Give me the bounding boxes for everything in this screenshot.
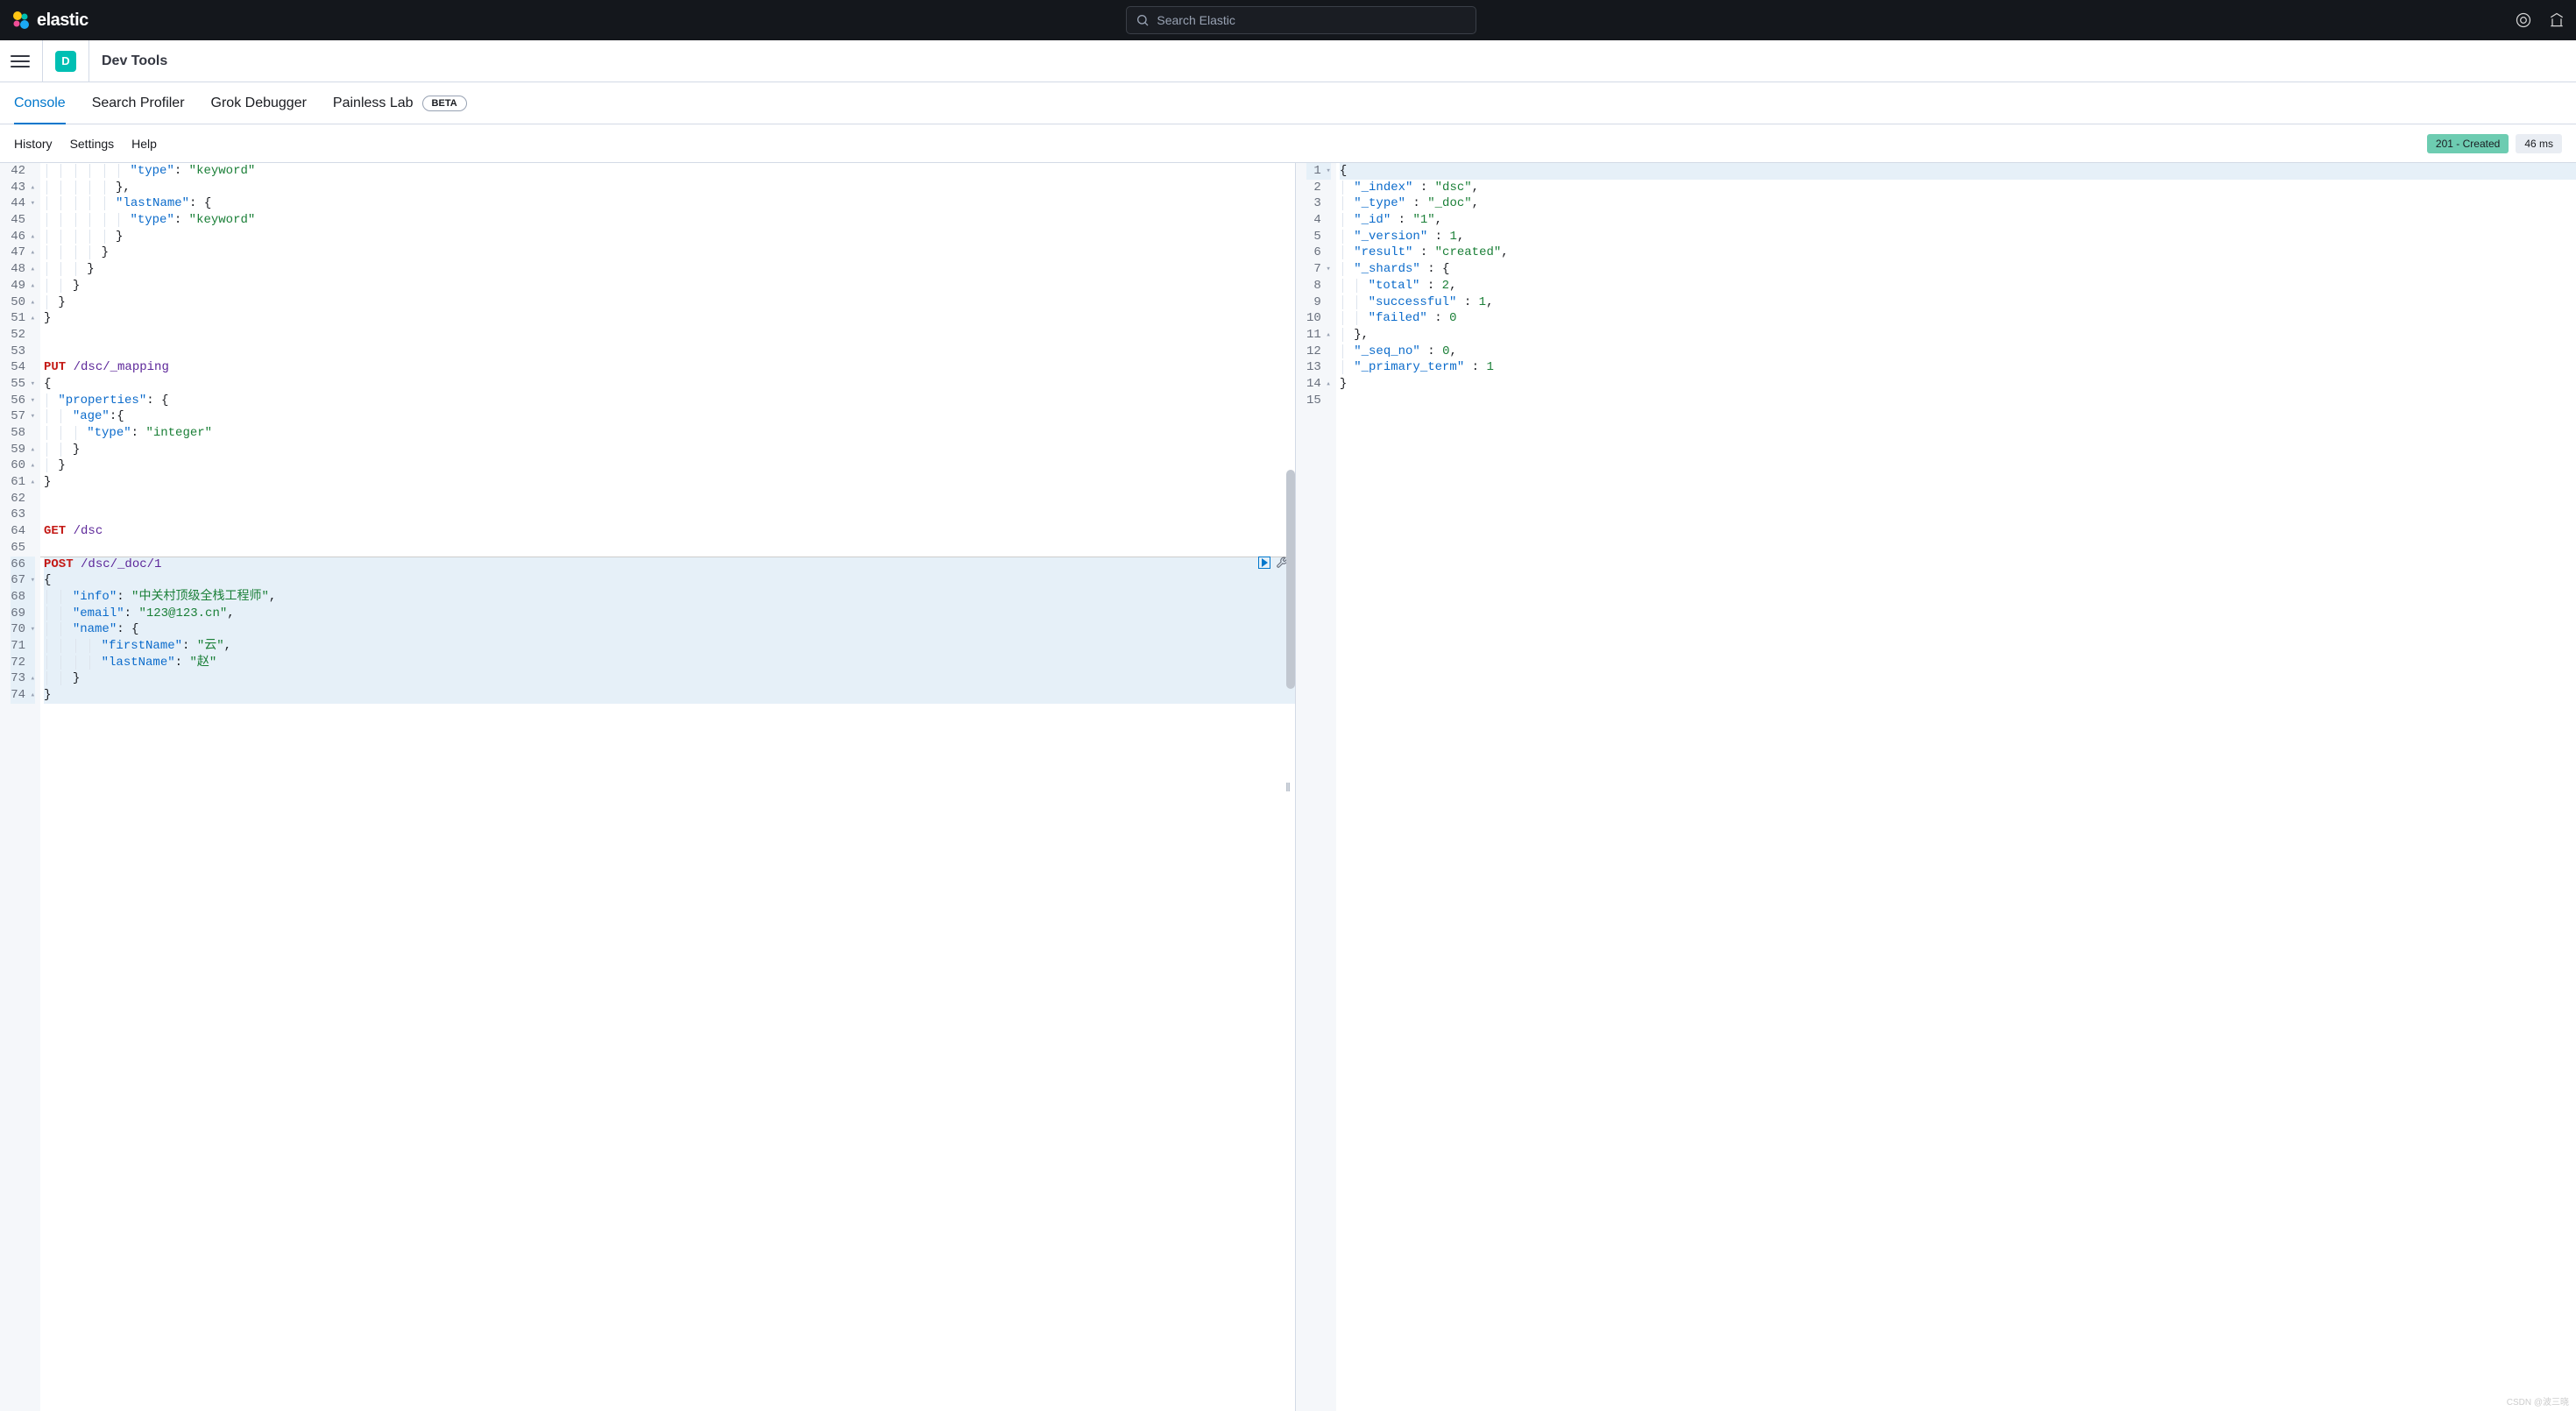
code-line[interactable]: } [44, 310, 1295, 327]
logo-section: elastic [11, 10, 88, 31]
code-line[interactable]: } [44, 442, 1295, 458]
code-line[interactable]: { [44, 376, 1295, 393]
tab-console[interactable]: Console [14, 82, 66, 124]
code-line[interactable]: "type": "keyword" [44, 212, 1295, 229]
code-line[interactable]: "firstName": "云", [44, 638, 1295, 655]
code-line[interactable] [44, 540, 1295, 557]
code-line[interactable]: GET /dsc [44, 523, 1295, 540]
code-line[interactable]: } [44, 245, 1295, 261]
code-line[interactable]: { [1340, 163, 2576, 180]
toolbar-right: 201 - Created 46 ms [2427, 134, 2562, 153]
editor-container: 42 43▴44▾45 46▴47▴48▴49▴50▴51▴52 53 54 5… [0, 163, 2576, 1411]
code-line[interactable] [44, 344, 1295, 360]
code-line[interactable]: }, [1340, 327, 2576, 344]
scrollbar[interactable] [1286, 470, 1295, 689]
tab-label: Painless Lab [333, 96, 414, 111]
search-box[interactable] [1126, 6, 1476, 34]
watermark: CSDN @波三晓 [2507, 1394, 2569, 1407]
code-line[interactable]: "lastName": { [44, 195, 1295, 212]
tabs-bar: Console Search Profiler Grok Debugger Pa… [0, 82, 2576, 124]
divider [42, 40, 43, 82]
code-line[interactable]: } [44, 294, 1295, 311]
tab-painless-lab[interactable]: Painless Lab BETA [333, 82, 467, 124]
code-line[interactable] [44, 327, 1295, 344]
code-line[interactable]: } [44, 261, 1295, 278]
time-badge: 46 ms [2516, 134, 2562, 153]
newsfeed-icon[interactable] [2548, 11, 2565, 29]
code-line[interactable]: "_id" : "1", [1340, 212, 2576, 229]
request-gutter: 42 43▴44▾45 46▴47▴48▴49▴50▴51▴52 53 54 5… [0, 163, 40, 1411]
divider [88, 40, 89, 82]
code-line[interactable]: "_seq_no" : 0, [1340, 344, 2576, 360]
search-icon [1136, 13, 1150, 27]
code-line[interactable]: } [44, 687, 1295, 704]
console-toolbar: History Settings Help 201 - Created 46 m… [0, 124, 2576, 163]
settings-button[interactable]: Settings [70, 137, 115, 151]
code-line[interactable]: "email": "123@123.cn", [44, 606, 1295, 622]
tab-grok-debugger[interactable]: Grok Debugger [211, 82, 307, 124]
code-line[interactable]: } [44, 670, 1295, 687]
request-code[interactable]: "type": "keyword" }, "lastName": { "type… [40, 163, 1295, 1411]
response-pane[interactable]: 1▾2 3 4 5 6 7▾8 9 10 11▴12 13 14▴15 { "_… [1296, 163, 2576, 1411]
code-line[interactable] [44, 491, 1295, 507]
search-container [88, 6, 2515, 34]
status-badge: 201 - Created [2427, 134, 2509, 153]
code-line[interactable]: "age":{ [44, 408, 1295, 425]
code-line[interactable]: } [1340, 376, 2576, 393]
breadcrumb-bar: D Dev Tools [0, 40, 2576, 82]
code-line[interactable]: "_type" : "_doc", [1340, 195, 2576, 212]
space-selector[interactable]: D [55, 51, 76, 72]
code-line[interactable] [1340, 393, 2576, 409]
code-line[interactable]: "info": "中关村顶级全栈工程师", [44, 589, 1295, 606]
toolbar-left: History Settings Help [14, 137, 157, 151]
code-line[interactable]: "result" : "created", [1340, 245, 2576, 261]
code-line[interactable]: "total" : 2, [1340, 278, 2576, 294]
code-line[interactable]: "_index" : "dsc", [1340, 180, 2576, 196]
code-line[interactable]: POST /dsc/_doc/1 [44, 557, 1295, 573]
top-right-icons [2515, 11, 2565, 29]
code-line[interactable]: "failed" : 0 [1340, 310, 2576, 327]
run-button[interactable] [1258, 557, 1270, 569]
code-line[interactable]: "lastName": "赵" [44, 655, 1295, 671]
elastic-logo-icon [11, 10, 32, 31]
code-line[interactable]: "properties": { [44, 393, 1295, 409]
help-icon[interactable] [2515, 11, 2532, 29]
code-line[interactable]: "name": { [44, 621, 1295, 638]
history-button[interactable]: History [14, 137, 53, 151]
code-line[interactable]: "_version" : 1, [1340, 229, 2576, 245]
code-line[interactable] [44, 507, 1295, 523]
request-pane[interactable]: 42 43▴44▾45 46▴47▴48▴49▴50▴51▴52 53 54 5… [0, 163, 1296, 1411]
hamburger-menu-icon[interactable] [11, 52, 30, 71]
tab-search-profiler[interactable]: Search Profiler [92, 82, 185, 124]
code-line[interactable]: } [44, 474, 1295, 491]
search-input[interactable] [1157, 13, 1467, 27]
response-gutter: 1▾2 3 4 5 6 7▾8 9 10 11▴12 13 14▴15 [1296, 163, 1336, 1411]
code-line[interactable]: } [44, 278, 1295, 294]
help-button[interactable]: Help [131, 137, 157, 151]
code-line[interactable]: "type": "integer" [44, 425, 1295, 442]
code-line[interactable]: } [44, 229, 1295, 245]
elastic-logo[interactable]: elastic [11, 10, 88, 31]
code-line[interactable]: "type": "keyword" [44, 163, 1295, 180]
code-line[interactable]: { [44, 572, 1295, 589]
request-actions [1258, 557, 1288, 569]
response-code[interactable]: { "_index" : "dsc", "_type" : "_doc", "_… [1336, 163, 2576, 1411]
top-banner: elastic [0, 0, 2576, 40]
beta-badge: BETA [422, 96, 467, 111]
code-line[interactable]: "successful" : 1, [1340, 294, 2576, 311]
code-line[interactable]: PUT /dsc/_mapping [44, 359, 1295, 376]
pane-splitter[interactable]: ‖ [1285, 780, 1291, 794]
brand-text: elastic [37, 11, 88, 31]
code-line[interactable]: } [44, 457, 1295, 474]
page-title: Dev Tools [102, 53, 167, 69]
code-line[interactable]: "_shards" : { [1340, 261, 2576, 278]
code-line[interactable]: "_primary_term" : 1 [1340, 359, 2576, 376]
code-line[interactable]: }, [44, 180, 1295, 196]
